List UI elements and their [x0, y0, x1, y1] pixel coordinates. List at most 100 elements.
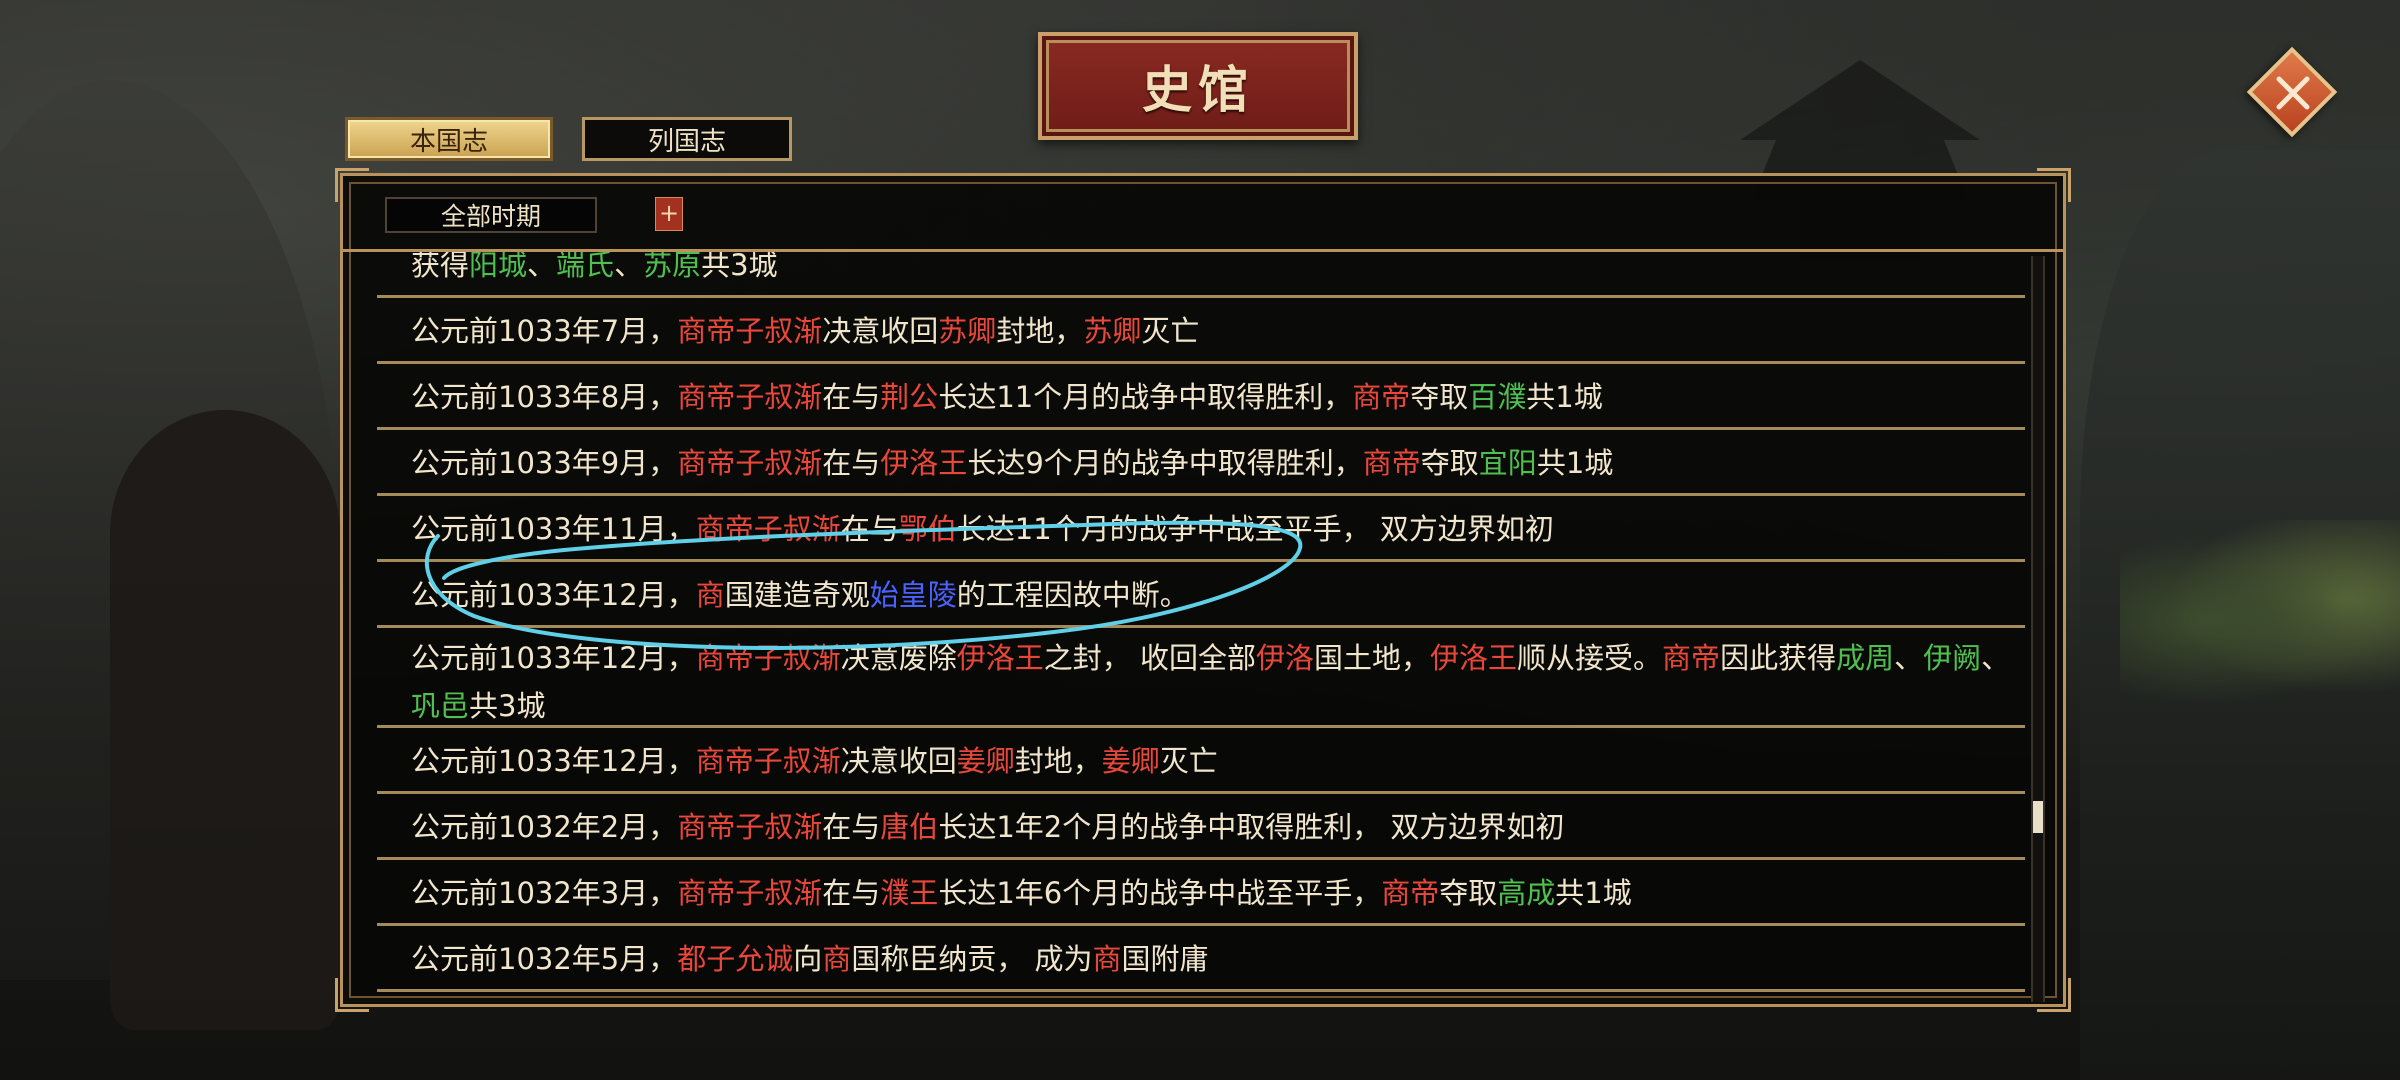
ruler-or-state-name: 都子允诚 [677, 942, 794, 976]
record-row: 公元前1033年11月，商帝子叔渐在与鄂伯长达11个月的战争中战至平手， 双方边… [377, 496, 2025, 562]
record-list[interactable]: 获得阳城、端氏、苏原共3城 公元前1033年7月，商帝子叔渐决意收回苏卿封地，苏卿… [343, 252, 2035, 998]
period-expand-button[interactable]: + [655, 197, 683, 231]
window-title: 史馆 [1142, 60, 1254, 119]
ruler-or-state-name: 商帝子叔渐 [695, 512, 841, 546]
ruler-or-state-name: 伊洛王 [956, 641, 1044, 675]
record-text: 共1城 [1536, 446, 1614, 480]
record-text: 顺从接受。 [1517, 641, 1663, 675]
game-screen: 史馆 本国志 列国志 全部时期 + 获得阳城、端氏、苏原共3城 公元前1033年7… [0, 0, 2400, 1080]
scroll-thumb[interactable] [2033, 801, 2043, 833]
ruler-or-state-name: 商 [822, 942, 852, 976]
tab-home-chronicle[interactable]: 本国志 [345, 117, 553, 161]
record-text: 夺取 [1420, 446, 1479, 480]
tab-label: 本国志 [409, 126, 488, 157]
city-name: 成周 [1836, 641, 1895, 675]
background-trees [2120, 520, 2400, 720]
close-button[interactable] [2246, 46, 2340, 140]
tab-states-chronicle[interactable]: 列国志 [582, 117, 792, 161]
title-plaque: 史馆 [1038, 32, 1358, 140]
record-text: 长达11个月的战争中取得胜利， [938, 380, 1353, 414]
ruler-or-state-name: 商帝子叔渐 [695, 744, 841, 778]
city-name: 伊阙 [1923, 641, 1982, 675]
record-text: 在与 [822, 876, 881, 910]
record-text: 、 [614, 252, 644, 282]
record-text: 决意收回 [822, 314, 939, 348]
wonder-name: 始皇陵 [869, 578, 957, 612]
record-text: 国建造奇观 [724, 578, 870, 612]
record-text: 公元前1033年12月， [411, 744, 696, 778]
record-text: 因此获得 [1720, 641, 1837, 675]
city-name: 苏原 [643, 252, 702, 282]
record-text: 在与 [822, 446, 881, 480]
record-row: 公元前1032年2月，商帝子叔渐在与唐伯长达1年2个月的战争中取得胜利， 双方边… [377, 794, 2025, 860]
record-row: 公元前1033年12月，商帝子叔渐决意收回姜卿封地，姜卿灭亡 [377, 728, 2025, 794]
record-text: 夺取 [1410, 380, 1469, 414]
ruler-or-state-name: 濮王 [880, 876, 939, 910]
ruler-or-state-name: 鄂伯 [898, 512, 957, 546]
record-row: 公元前1033年12月，商帝子叔渐决意废除伊洛王之封， 收回全部伊洛国土地，伊洛… [377, 628, 2025, 728]
ruler-or-state-name: 商帝 [1662, 641, 1721, 675]
record-text: 决意收回 [840, 744, 957, 778]
ruler-or-state-name: 伊洛王 [880, 446, 968, 480]
record-text: 在与 [822, 380, 881, 414]
record-text: 之封， 收回全部 [1043, 641, 1256, 675]
record-text: 公元前1033年12月， [411, 578, 696, 612]
tab-label: 列国志 [647, 126, 726, 157]
background-scholar-silhouette [110, 410, 340, 1030]
city-name: 巩邑 [411, 689, 470, 723]
record-text: 长达11个月的战争中战至平手， 双方边界如初 [956, 512, 1554, 546]
ruler-or-state-name: 唐伯 [880, 810, 939, 844]
ruler-or-state-name: 商帝子叔渐 [677, 446, 823, 480]
period-select[interactable]: 全部时期 [385, 197, 597, 233]
record-text: 的工程因故中断。 [956, 578, 1189, 612]
record-text: 国称臣纳贡， 成为 [851, 942, 1093, 976]
ruler-or-state-name: 荆公 [880, 380, 939, 414]
ruler-or-state-name: 商帝子叔渐 [677, 380, 823, 414]
record-text: 封地， [996, 314, 1084, 348]
record-row: 公元前1033年7月，商帝子叔渐决意收回苏卿封地，苏卿灭亡 [377, 298, 2025, 364]
record-text: 共1城 [1526, 380, 1603, 414]
record-text: 长达9个月的战争中取得胜利， [967, 446, 1363, 480]
record-text: 向 [793, 942, 823, 976]
record-text: 、 [1894, 641, 1924, 675]
record-text: 灭亡 [1141, 314, 1200, 348]
record-text: 共1城 [1555, 876, 1632, 910]
record-text: 、 [1981, 641, 2011, 675]
city-name: 高成 [1497, 876, 1556, 910]
ruler-or-state-name: 商 [695, 578, 725, 612]
scrollbar[interactable] [2031, 256, 2045, 1002]
filter-bar: 全部时期 + [343, 176, 2063, 252]
record-text: 获得 [411, 252, 470, 282]
record-text: 在与 [840, 512, 899, 546]
record-row: 获得阳城、端氏、苏原共3城 [377, 252, 2025, 298]
ruler-or-state-name: 商帝 [1362, 446, 1421, 480]
record-row: 公元前1033年8月，商帝子叔渐在与荆公长达11个月的战争中取得胜利，商帝夺取百… [377, 364, 2025, 430]
record-text: 公元前1033年11月， [411, 512, 696, 546]
ruler-or-state-name: 商 [1092, 942, 1122, 976]
record-text: 在与 [822, 810, 881, 844]
ruler-or-state-name: 苏卿 [1083, 314, 1142, 348]
city-name: 百濮 [1468, 380, 1527, 414]
city-name: 宜阳 [1478, 446, 1537, 480]
close-x-icon [2276, 76, 2310, 110]
ruler-or-state-name: 商帝子叔渐 [695, 641, 841, 675]
history-panel: 全部时期 + 获得阳城、端氏、苏原共3城 公元前1033年7月，商帝子叔渐决意收回… [335, 168, 2071, 1012]
ruler-or-state-name: 伊洛王 [1430, 641, 1518, 675]
ruler-or-state-name: 姜卿 [1101, 744, 1160, 778]
ruler-or-state-name: 伊洛 [1255, 641, 1314, 675]
record-text: 公元前1033年9月， [411, 446, 678, 480]
record-row: 公元前1032年5月，都子允诚向商国称臣纳贡， 成为商国附庸 [377, 926, 2025, 992]
record-text: 共3城 [701, 252, 778, 282]
record-text: 公元前1032年3月， [411, 876, 678, 910]
record-text: 封地， [1014, 744, 1102, 778]
record-text: 国附庸 [1121, 942, 1209, 976]
record-text: 公元前1032年2月， [411, 810, 678, 844]
record-text: 灭亡 [1159, 744, 1218, 778]
record-text: 决意废除 [840, 641, 957, 675]
record-text: 、 [527, 252, 557, 282]
record-text: 长达1年2个月的战争中取得胜利， 双方边界如初 [938, 810, 1565, 844]
city-name: 阳城 [469, 252, 528, 282]
record-text: 国土地， [1314, 641, 1431, 675]
record-text: 公元前1033年8月， [411, 380, 678, 414]
record-text: 公元前1033年12月， [411, 641, 696, 675]
